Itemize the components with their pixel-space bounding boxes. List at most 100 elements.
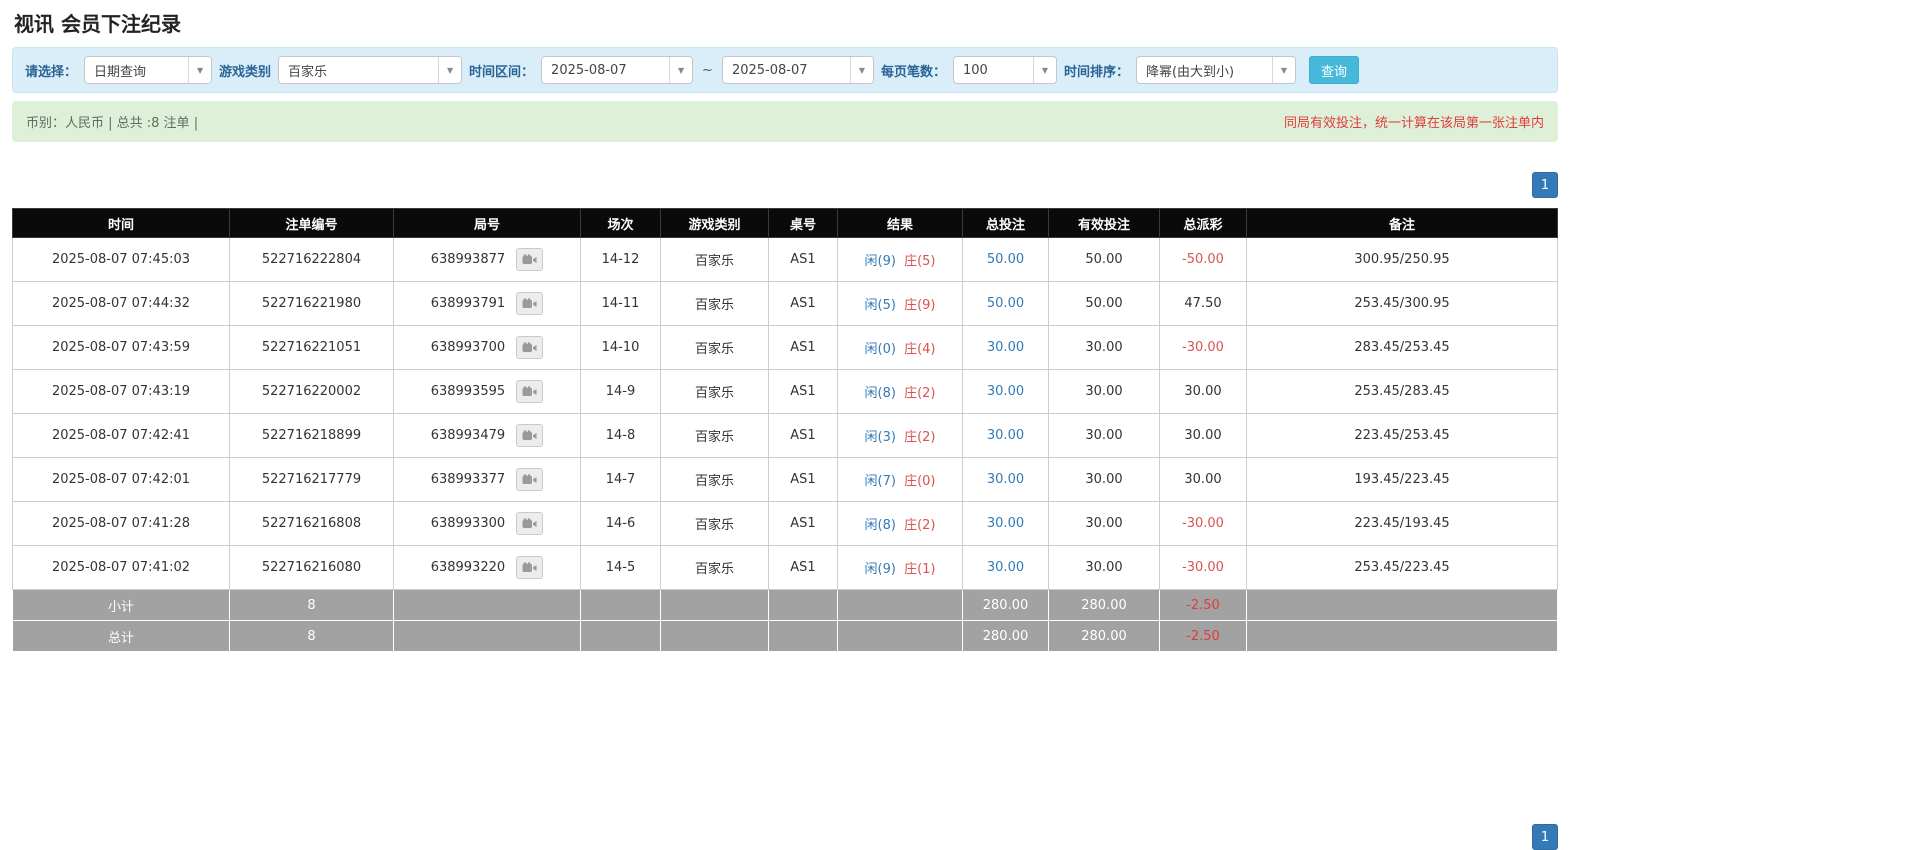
video-camera-icon <box>522 474 537 486</box>
sort-label: 时间排序： <box>1064 61 1129 80</box>
cell-game-type: 百家乐 <box>661 282 769 326</box>
cell-bet-id: 522716221980 <box>230 282 394 326</box>
cell-total-bet[interactable]: 30.00 <box>963 546 1049 590</box>
round-id-text: 638993300 <box>431 516 505 531</box>
video-replay-button[interactable] <box>516 468 543 491</box>
summary-text: 币别：人民币 | 总共 :8 注单 | <box>26 112 198 131</box>
date-type-label: 请选择： <box>25 61 77 80</box>
video-replay-button[interactable] <box>516 556 543 579</box>
cell-time: 2025-08-07 07:44:32 <box>13 282 230 326</box>
cell-note: 223.45/253.45 <box>1247 414 1558 458</box>
cell-payout: 47.50 <box>1160 282 1247 326</box>
cell-time: 2025-08-07 07:42:01 <box>13 458 230 502</box>
col-result: 结果 <box>838 209 963 238</box>
cell-total-bet[interactable]: 30.00 <box>963 370 1049 414</box>
chevron-down-icon[interactable]: ▼ <box>1033 57 1056 83</box>
cell-result: 闲(9) 庄(1) <box>838 546 963 590</box>
cell-time: 2025-08-07 07:45:03 <box>13 238 230 282</box>
sort-select[interactable]: 降幂(由大到小) ▼ <box>1136 56 1296 84</box>
col-bet-id: 注单编号 <box>230 209 394 238</box>
date-to-value: 2025-08-07 <box>723 57 850 83</box>
chevron-down-icon[interactable]: ▼ <box>669 57 692 83</box>
cell-round-id: 638993300 <box>394 502 581 546</box>
video-replay-button[interactable] <box>516 512 543 535</box>
cell-round-id: 638993377 <box>394 458 581 502</box>
table-row: 2025-08-07 07:45:03 522716222804 6389938… <box>13 238 1558 282</box>
page-size-select[interactable]: 100 ▼ <box>953 56 1057 84</box>
chevron-down-icon[interactable]: ▼ <box>850 57 873 83</box>
sort-value: 降幂(由大到小) <box>1137 57 1272 83</box>
cell-game-type: 百家乐 <box>661 326 769 370</box>
cell-result: 闲(8) 庄(2) <box>838 502 963 546</box>
chevron-down-icon[interactable]: ▼ <box>1272 57 1295 83</box>
table-header-row: 时间 注单编号 局号 场次 游戏类别 桌号 结果 总投注 有效投注 总派彩 备注 <box>13 209 1558 238</box>
cell-result: 闲(8) 庄(2) <box>838 370 963 414</box>
subtotal-label: 小计 <box>13 590 230 621</box>
table-row: 2025-08-07 07:41:02 522716216080 6389932… <box>13 546 1558 590</box>
col-game-type: 游戏类别 <box>661 209 769 238</box>
round-id-text: 638993479 <box>431 428 505 443</box>
result-player: 闲(3) <box>865 430 896 445</box>
cell-table-no: AS1 <box>769 546 838 590</box>
cell-table-no: AS1 <box>769 458 838 502</box>
total-row: 总计 8 280.00 280.00 -2.50 <box>13 621 1558 652</box>
date-to-select[interactable]: 2025-08-07 ▼ <box>722 56 874 84</box>
game-type-value: 百家乐 <box>279 57 438 83</box>
cell-table-no: AS1 <box>769 502 838 546</box>
cell-total-bet[interactable]: 30.00 <box>963 458 1049 502</box>
cell-game-type: 百家乐 <box>661 238 769 282</box>
video-replay-button[interactable] <box>516 248 543 271</box>
cell-total-bet[interactable]: 50.00 <box>963 238 1049 282</box>
bet-records-table: 时间 注单编号 局号 场次 游戏类别 桌号 结果 总投注 有效投注 总派彩 备注… <box>12 208 1558 652</box>
chevron-down-icon[interactable]: ▼ <box>188 57 211 83</box>
cell-game-type: 百家乐 <box>661 546 769 590</box>
result-banker: 庄(2) <box>904 518 935 533</box>
cell-bet-id: 522716222804 <box>230 238 394 282</box>
page-title: 视讯 会员下注纪录 <box>12 0 1558 47</box>
video-replay-button[interactable] <box>516 292 543 315</box>
date-type-select[interactable]: 日期查询 ▼ <box>84 56 212 84</box>
video-camera-icon <box>522 342 537 354</box>
cell-valid-bet: 30.00 <box>1049 502 1160 546</box>
page-button-1[interactable]: 1 <box>1532 172 1558 198</box>
video-replay-button[interactable] <box>516 380 543 403</box>
cell-session: 14-7 <box>581 458 661 502</box>
round-id-text: 638993377 <box>431 472 505 487</box>
cell-total-bet[interactable]: 30.00 <box>963 414 1049 458</box>
col-total-bet: 总投注 <box>963 209 1049 238</box>
total-payout: -2.50 <box>1160 621 1247 652</box>
range-separator: ~ <box>700 63 715 78</box>
col-round-id: 局号 <box>394 209 581 238</box>
cell-note: 223.45/193.45 <box>1247 502 1558 546</box>
filter-bar: 请选择： 日期查询 ▼ 游戏类别 百家乐 ▼ 时间区间： 2025-08-07 … <box>12 47 1558 93</box>
cell-result: 闲(3) 庄(2) <box>838 414 963 458</box>
cell-total-bet[interactable]: 50.00 <box>963 282 1049 326</box>
cell-payout: -50.00 <box>1160 238 1247 282</box>
result-player: 闲(7) <box>865 474 896 489</box>
round-id-text: 638993595 <box>431 384 505 399</box>
cell-round-id: 638993220 <box>394 546 581 590</box>
search-button[interactable]: 查询 <box>1309 56 1359 84</box>
time-range-label: 时间区间： <box>469 61 534 80</box>
cell-table-no: AS1 <box>769 414 838 458</box>
date-from-select[interactable]: 2025-08-07 ▼ <box>541 56 693 84</box>
game-type-select[interactable]: 百家乐 ▼ <box>278 56 462 84</box>
table-row: 2025-08-07 07:42:01 522716217779 6389933… <box>13 458 1558 502</box>
round-id-text: 638993877 <box>431 252 505 267</box>
page-button-1-bottom[interactable]: 1 <box>1532 824 1558 850</box>
cell-result: 闲(7) 庄(0) <box>838 458 963 502</box>
cell-note: 300.95/250.95 <box>1247 238 1558 282</box>
cell-note: 253.45/283.45 <box>1247 370 1558 414</box>
video-camera-icon <box>522 562 537 574</box>
chevron-down-icon[interactable]: ▼ <box>438 57 461 83</box>
result-banker: 庄(5) <box>904 254 935 269</box>
video-replay-button[interactable] <box>516 424 543 447</box>
cell-total-bet[interactable]: 30.00 <box>963 502 1049 546</box>
cell-session: 14-10 <box>581 326 661 370</box>
video-replay-button[interactable] <box>516 336 543 359</box>
cell-bet-id: 522716216080 <box>230 546 394 590</box>
cell-table-no: AS1 <box>769 238 838 282</box>
cell-total-bet[interactable]: 30.00 <box>963 326 1049 370</box>
result-banker: 庄(4) <box>904 342 935 357</box>
subtotal-payout: -2.50 <box>1160 590 1247 621</box>
